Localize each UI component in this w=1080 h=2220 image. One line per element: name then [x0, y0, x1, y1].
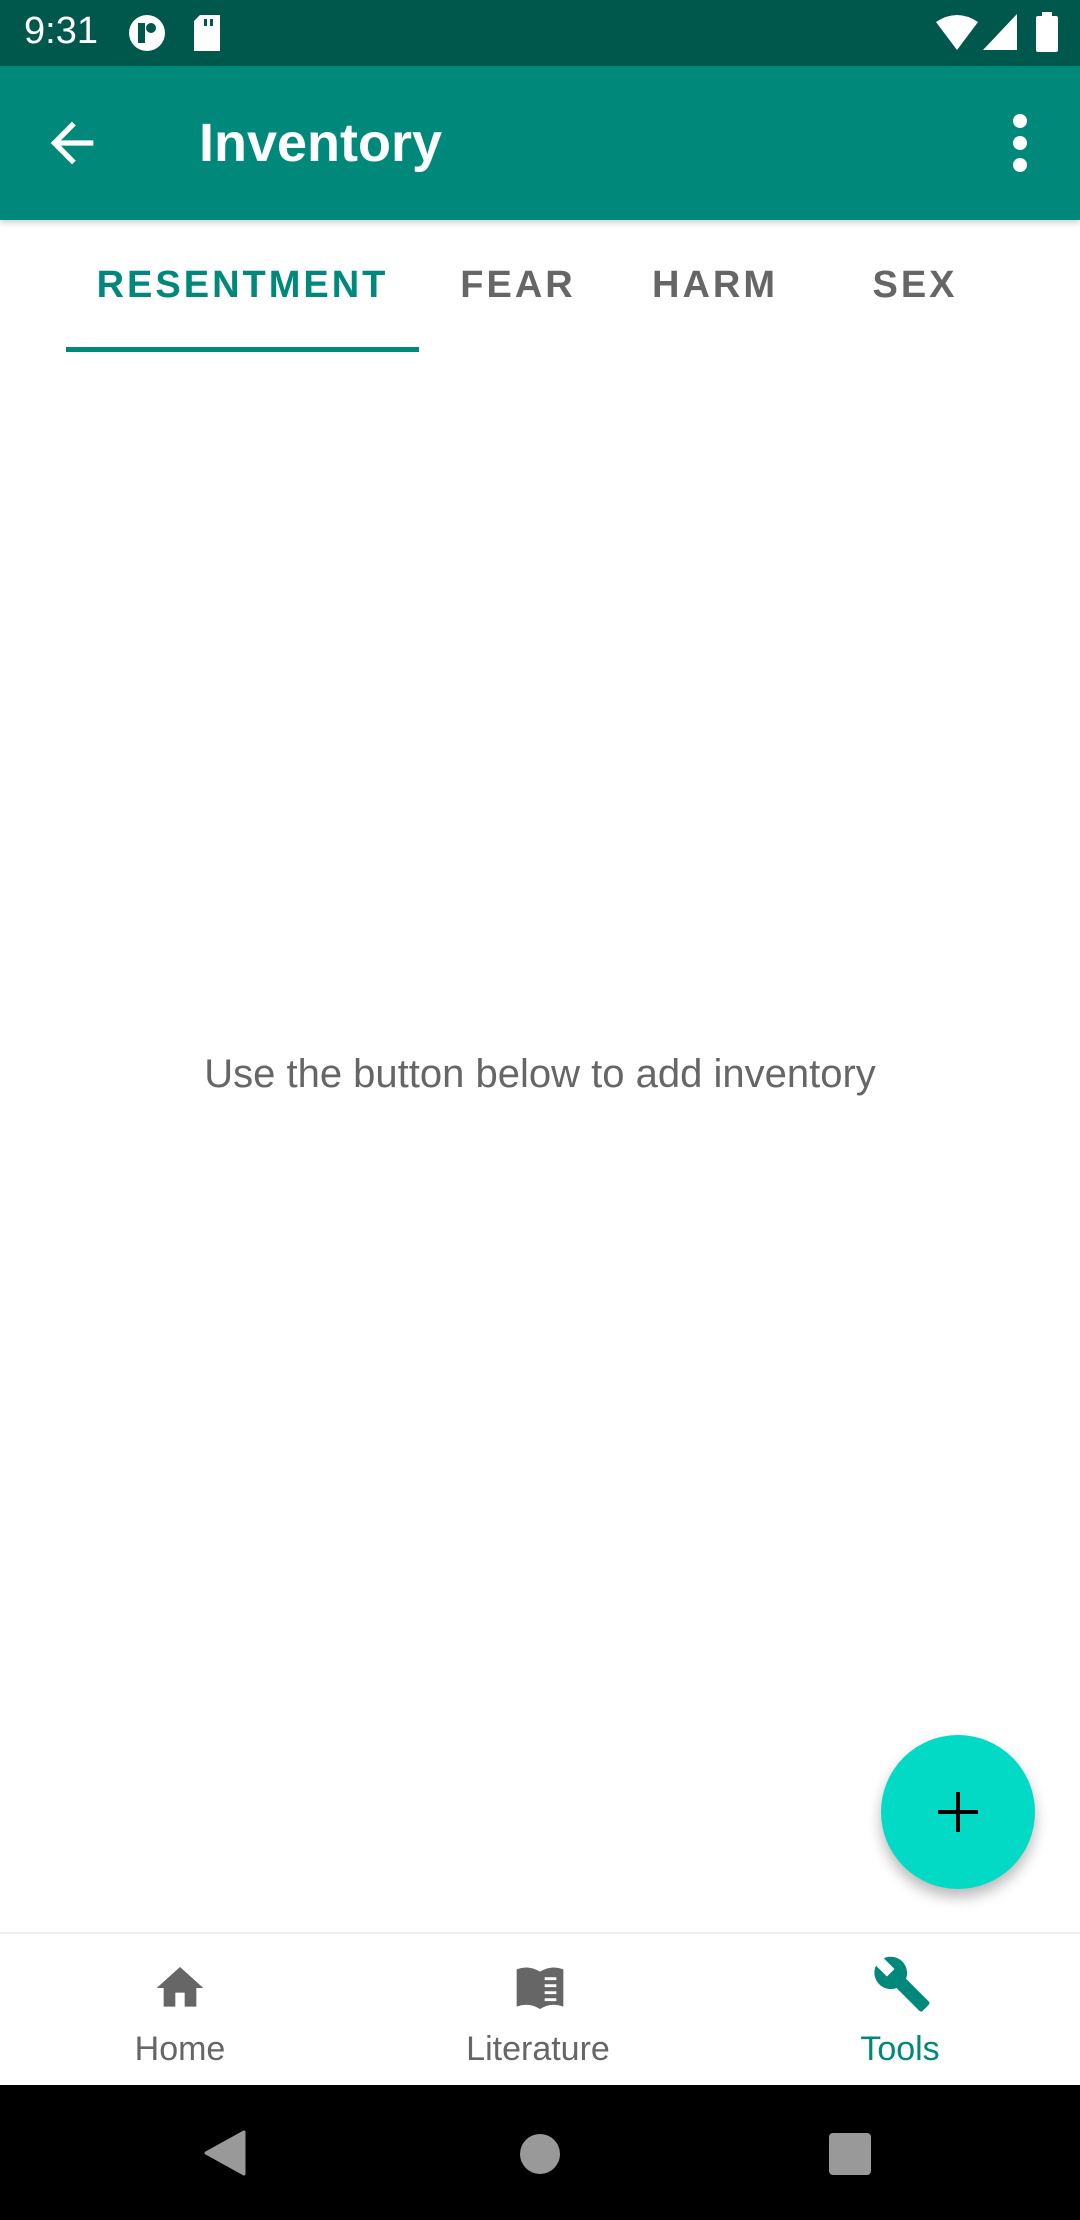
- nav-item-tools[interactable]: Tools: [720, 1934, 1080, 2087]
- plus-icon: [938, 1792, 978, 1832]
- status-time: 9:31: [24, 10, 98, 52]
- app-bar: Inventory: [0, 66, 1080, 220]
- system-home-icon[interactable]: [519, 2133, 561, 2175]
- sd-card-icon: [194, 15, 220, 51]
- signal-icon: [983, 14, 1017, 50]
- tab-harm[interactable]: HARM: [630, 220, 800, 351]
- back-arrow-icon[interactable]: [40, 111, 104, 175]
- home-icon: [156, 1967, 204, 2007]
- book-icon: [516, 1967, 564, 2009]
- wifi-icon: [936, 15, 978, 50]
- app-notification-icon: [129, 15, 165, 51]
- wrench-icon: [874, 1956, 930, 2012]
- nav-label-home: Home: [134, 2030, 226, 2068]
- tab-indicator: [66, 347, 419, 352]
- system-back-icon[interactable]: [204, 2130, 246, 2176]
- tab-fear[interactable]: FEAR: [440, 220, 596, 351]
- page-title: Inventory: [199, 113, 443, 173]
- tab-bar: RESENTMENT FEAR HARM SEX: [0, 220, 1080, 352]
- more-options-icon[interactable]: [1000, 111, 1040, 175]
- system-navigation-bar: [0, 2085, 1080, 2220]
- system-recents-icon[interactable]: [829, 2133, 871, 2175]
- status-bar: 9:31: [0, 0, 1080, 66]
- nav-label-tools: Tools: [860, 2030, 940, 2068]
- add-inventory-button[interactable]: [881, 1735, 1035, 1889]
- nav-label-literature: Literature: [466, 2030, 610, 2068]
- nav-item-home[interactable]: Home: [0, 1934, 360, 2087]
- bottom-navigation: Home Literature Tools: [0, 1932, 1080, 2085]
- battery-icon: [1036, 12, 1058, 52]
- tab-sex[interactable]: SEX: [840, 220, 990, 351]
- nav-item-literature[interactable]: Literature: [358, 1934, 718, 2087]
- empty-state-message: Use the button below to add inventory: [204, 1052, 876, 1096]
- tab-resentment[interactable]: RESENTMENT: [66, 220, 419, 351]
